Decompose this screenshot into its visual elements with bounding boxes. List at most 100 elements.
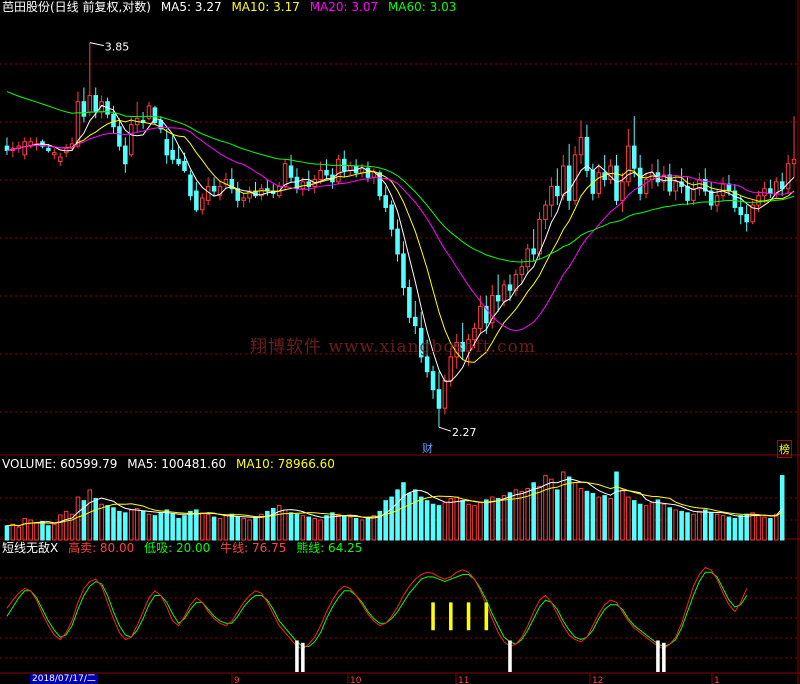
volume-bar <box>501 495 507 541</box>
month-tick-label: 11 <box>458 676 469 684</box>
candle-body <box>774 181 779 194</box>
candle-body <box>128 124 134 156</box>
candle-body <box>560 165 566 197</box>
volume-bar <box>519 490 525 541</box>
candle-body <box>620 181 625 201</box>
volume-bar <box>247 519 252 541</box>
main-panel-header: 芭田股份(日线 前复权,对数) MA5: 3.27 MA10: 3.17 MA2… <box>2 0 462 14</box>
volume-bar <box>454 496 459 541</box>
volume-bar <box>413 489 418 541</box>
volume-bar <box>75 496 81 541</box>
volume-bar <box>158 512 164 541</box>
volume-bar <box>726 516 732 541</box>
volume-bar <box>383 500 388 541</box>
volume-bar <box>170 513 175 541</box>
candle-body <box>182 161 187 171</box>
high-marker-line <box>89 42 104 47</box>
candle-body <box>543 204 548 220</box>
candle-body <box>637 167 643 194</box>
volume-bar <box>566 476 572 541</box>
volume-bar <box>768 518 773 541</box>
volume-bar <box>472 505 477 541</box>
volume-bar <box>134 508 140 541</box>
stock-title: 芭田股份(日线 前复权,对数) <box>2 0 151 14</box>
volume-bar <box>336 513 341 541</box>
volume-bar <box>182 515 187 541</box>
candle-body <box>448 356 454 382</box>
volume-bar <box>702 509 708 541</box>
volume-bar <box>46 525 51 541</box>
volume-bar <box>164 509 170 541</box>
candle-body <box>685 185 690 201</box>
volume-bar <box>466 503 471 541</box>
chart-stage: 3.85 2.27 9 10 11 12 1 芭田股份(日线 前复权,对数) MA5: 3.… <box>0 0 800 684</box>
volume-bar <box>779 475 785 541</box>
volume-bar <box>312 518 317 541</box>
buy-signal-bar <box>508 640 512 672</box>
volume-bar <box>288 512 294 541</box>
volume-bar <box>223 515 229 541</box>
candle-body <box>768 188 773 194</box>
candle-body <box>359 167 365 174</box>
volume-bar <box>324 515 329 541</box>
bear-line <box>6 571 748 648</box>
candle-body <box>525 248 531 268</box>
volume-bar <box>235 516 241 541</box>
volume-bar <box>537 485 542 541</box>
volume-bar <box>111 507 116 541</box>
volume-bar <box>199 512 205 541</box>
candle-body <box>507 284 513 291</box>
volume-bar <box>572 482 578 541</box>
volume-bar <box>484 499 489 541</box>
volume-bar <box>300 515 306 541</box>
ma60-label: MA60: 3.03 <box>387 0 457 14</box>
candle-body <box>170 149 175 160</box>
volume-bar <box>359 519 365 541</box>
candle-body <box>430 371 436 391</box>
candle-body <box>342 158 347 171</box>
volume-bar <box>460 500 465 541</box>
volume-bar <box>211 516 217 541</box>
volume-bar <box>626 496 631 541</box>
candle-body <box>117 126 122 147</box>
volume-bar <box>448 497 454 541</box>
candle-body <box>436 389 442 409</box>
financial-report-tag[interactable]: 财 <box>422 440 433 456</box>
volume-bar <box>637 503 643 541</box>
bear-line-label: 熊线: 64.25 <box>296 541 363 555</box>
candle-body <box>46 147 51 151</box>
buy-signal-bar <box>295 640 299 672</box>
sell-signal-bar <box>466 602 471 631</box>
volume-bar <box>685 512 690 541</box>
volume-bar <box>424 500 430 541</box>
ma10-label: MA10: 3.17 <box>231 0 300 14</box>
month-tick-label: 10 <box>350 676 362 684</box>
candle-body <box>519 266 525 275</box>
volume-bar <box>738 515 744 541</box>
candle-body <box>81 101 87 117</box>
candle-body <box>667 174 673 192</box>
candle-body <box>596 172 602 194</box>
candle-body <box>626 145 631 183</box>
volume-bar <box>691 513 696 541</box>
volume-bar <box>395 489 400 541</box>
candle-body <box>566 165 572 201</box>
volume-bar <box>430 503 436 541</box>
volume-bar <box>489 496 495 541</box>
volume-ma5-label: MA5: 100481.60 <box>127 457 227 471</box>
candle-body <box>188 174 193 197</box>
volume-bar <box>762 516 767 541</box>
volume-bar <box>708 512 714 541</box>
volume-label: VOLUME: 60599.79 <box>2 457 118 471</box>
candle-body <box>22 141 27 156</box>
volume-bar <box>282 509 288 541</box>
candle-body <box>631 145 637 169</box>
volume-bar <box>140 510 146 541</box>
candle-body <box>555 185 560 197</box>
candle-body <box>324 169 329 176</box>
ranking-tag[interactable]: 榜 <box>777 440 792 458</box>
volume-bar <box>306 516 312 541</box>
candle-body <box>791 158 797 165</box>
candle-body <box>501 284 507 302</box>
volume-bar <box>87 489 93 541</box>
